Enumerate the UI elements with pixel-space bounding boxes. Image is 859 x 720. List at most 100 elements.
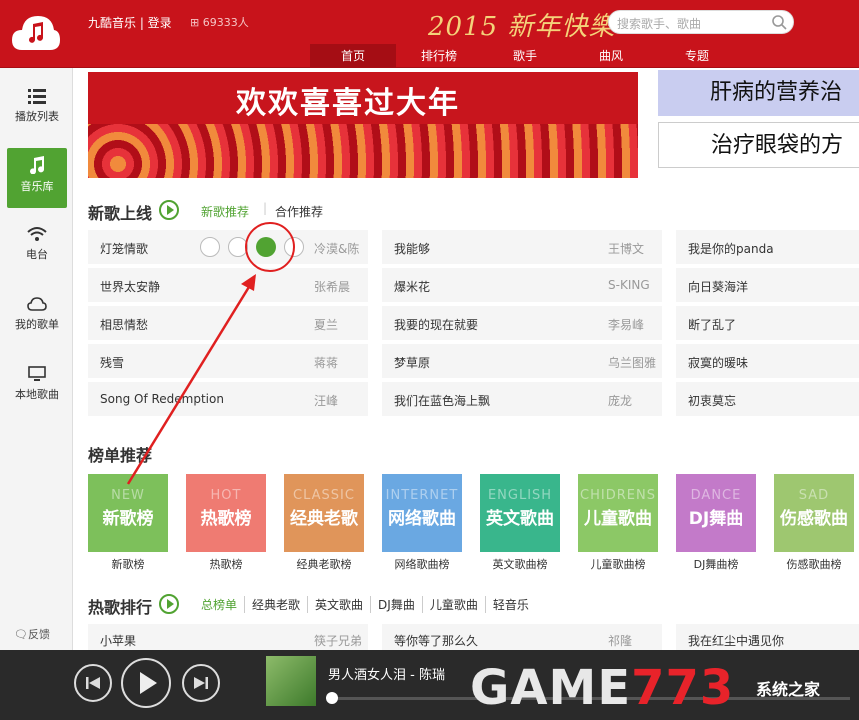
song-row[interactable]: 寂寞的暖味	[676, 344, 859, 378]
card-label[interactable]: 新歌榜	[88, 556, 168, 572]
chart-card-children[interactable]: CHIDRENS 儿童歌曲	[578, 474, 658, 552]
artist-name[interactable]: 汪峰	[314, 392, 366, 409]
song-row[interactable]: 灯笼情歌 冷漠&陈	[88, 230, 368, 264]
feedback-link[interactable]: 🗨反馈	[14, 626, 50, 642]
artist-name[interactable]: 祁隆	[608, 632, 632, 649]
nav-topics[interactable]: 专题	[654, 44, 740, 68]
card-label[interactable]: 伤感歌曲榜	[774, 556, 854, 572]
chart-card-english[interactable]: ENGLISH 英文歌曲	[480, 474, 560, 552]
search-box[interactable]: 搜索歌手、歌曲	[608, 10, 794, 34]
promo-banner[interactable]: 欢欢喜喜过大年	[88, 72, 638, 178]
song-row[interactable]: 相思情愁 夏兰	[88, 306, 368, 340]
new-year-banner: 2015 新年快樂	[428, 12, 616, 42]
tab-overall[interactable]: 总榜单	[201, 596, 244, 613]
sidebar-item-radio[interactable]: 电台	[7, 218, 67, 278]
song-row[interactable]: 我要的现在就要 李易峰	[382, 306, 662, 340]
tab-classic[interactable]: 经典老歌	[244, 596, 307, 613]
nav-home[interactable]: 首页	[310, 44, 396, 68]
brand-login-link[interactable]: 九酷音乐 | 登录	[88, 14, 172, 31]
song-row[interactable]: 世界太安静 张希晨	[88, 268, 368, 302]
card-label[interactable]: 热歌榜	[186, 556, 266, 572]
play-all-icon[interactable]	[159, 594, 179, 614]
card-zh: 网络歌曲	[388, 509, 456, 529]
chart-card-new[interactable]: NEW 新歌榜	[88, 474, 168, 552]
artist-name[interactable]: S-KING	[608, 278, 660, 292]
song-name: 等你等了那么久	[394, 634, 479, 648]
song-name: 我们在蓝色海上飘	[394, 394, 491, 408]
card-label[interactable]: 英文歌曲榜	[480, 556, 560, 572]
chart-card-hot[interactable]: HOT 热歌榜	[186, 474, 266, 552]
tab-new-recommend[interactable]: 新歌推荐	[201, 203, 249, 220]
tab-light-music[interactable]: 轻音乐	[484, 596, 536, 613]
ad-banner-1[interactable]: 肝病的营养治	[658, 70, 859, 116]
song-name: 向日葵海洋	[688, 280, 749, 294]
card-label[interactable]: 网络歌曲榜	[382, 556, 462, 572]
tab-dj[interactable]: DJ舞曲	[370, 596, 422, 613]
album-cover[interactable]	[266, 656, 316, 706]
artist-name[interactable]: 夏兰	[314, 316, 366, 333]
wifi-icon	[27, 227, 47, 241]
song-row[interactable]: Song Of Redemption 汪峰	[88, 382, 368, 416]
table-row[interactable]: 小苹果 筷子兄弟	[88, 624, 368, 650]
nav-rankings[interactable]: 排行榜	[396, 44, 482, 68]
next-button[interactable]	[182, 664, 220, 702]
sidebar-label: 音乐库	[20, 180, 54, 193]
table-row[interactable]: 我在红尘中遇见你	[676, 624, 859, 650]
song-row[interactable]: 残雪 蒋蒋	[88, 344, 368, 378]
table-row[interactable]: 等你等了那么久 祁隆	[382, 624, 662, 650]
song-row[interactable]: 我是你的panda	[676, 230, 859, 264]
nav-genres[interactable]: 曲风	[568, 44, 654, 68]
sidebar-item-local-songs[interactable]: 本地歌曲	[7, 358, 67, 418]
tab-children[interactable]: 儿童歌曲	[421, 596, 485, 613]
tab-partner-recommend[interactable]: 合作推荐	[275, 203, 323, 220]
artist-name[interactable]: 蒋蒋	[314, 354, 366, 371]
artist-name[interactable]: 乌兰图雅	[608, 354, 660, 371]
artist-name[interactable]: 王博文	[608, 240, 660, 257]
card-label[interactable]: 经典老歌榜	[284, 556, 364, 572]
chart-card-classic[interactable]: CLASSIC 经典老歌	[284, 474, 364, 552]
artist-name[interactable]: 庞龙	[608, 392, 660, 409]
artist-name[interactable]: 张希晨	[314, 278, 366, 295]
song-row[interactable]: 向日葵海洋	[676, 268, 859, 302]
chart-card-dj[interactable]: DANCE DJ舞曲	[676, 474, 756, 552]
tab-english[interactable]: 英文歌曲	[307, 596, 370, 613]
card-en: INTERNET	[385, 488, 459, 503]
song-row[interactable]: 断了乱了	[676, 306, 859, 340]
card-label[interactable]: 儿童歌曲榜	[578, 556, 658, 572]
song-row[interactable]: 初衷莫忘	[676, 382, 859, 416]
sidebar-item-music-library[interactable]: 音乐库	[7, 148, 67, 208]
progress-knob[interactable]	[326, 692, 338, 704]
song-name: 爆米花	[394, 280, 431, 294]
card-en: ENGLISH	[487, 488, 553, 503]
play-icon	[140, 672, 157, 694]
card-label[interactable]: DJ舞曲榜	[676, 556, 756, 572]
play-all-icon[interactable]	[159, 200, 179, 220]
sidebar-item-my-playlists[interactable]: 我的歌单	[7, 288, 67, 348]
song-name: 相思情愁	[100, 318, 149, 332]
sidebar-item-playlist[interactable]: 播放列表	[7, 80, 67, 140]
play-icon[interactable]	[200, 237, 220, 257]
artist-name[interactable]: 李易峰	[608, 316, 660, 333]
main-nav: 首页 排行榜 歌手 曲风 专题	[310, 44, 740, 68]
play-button[interactable]	[121, 658, 171, 708]
song-row[interactable]: 爆米花 S-KING	[382, 268, 662, 302]
chart-card-sad[interactable]: SAD 伤感歌曲	[774, 474, 854, 552]
next-icon	[194, 677, 208, 689]
chat-icon: 🗨	[14, 628, 28, 641]
app-logo-icon[interactable]	[10, 10, 62, 56]
song-row[interactable]: 我能够 王博文	[382, 230, 662, 264]
song-row[interactable]: 我们在蓝色海上飘 庞龙	[382, 382, 662, 416]
artist-name[interactable]: 冷漠&陈	[314, 240, 366, 257]
nav-singers[interactable]: 歌手	[482, 44, 568, 68]
card-zh: 热歌榜	[200, 509, 252, 529]
song-name: 小苹果	[100, 634, 137, 648]
prev-button[interactable]	[74, 664, 112, 702]
annotation-circle	[245, 222, 295, 272]
chart-card-internet[interactable]: INTERNET 网络歌曲	[382, 474, 462, 552]
song-row[interactable]: 梦草原 乌兰图雅	[382, 344, 662, 378]
song-name: 寂寞的暖味	[688, 356, 749, 370]
search-icon[interactable]	[771, 14, 787, 30]
ad-banner-2[interactable]: 治疗眼袋的方	[658, 122, 859, 168]
song-name: 我在红尘中遇见你	[688, 634, 785, 648]
artist-name[interactable]: 筷子兄弟	[314, 632, 362, 649]
